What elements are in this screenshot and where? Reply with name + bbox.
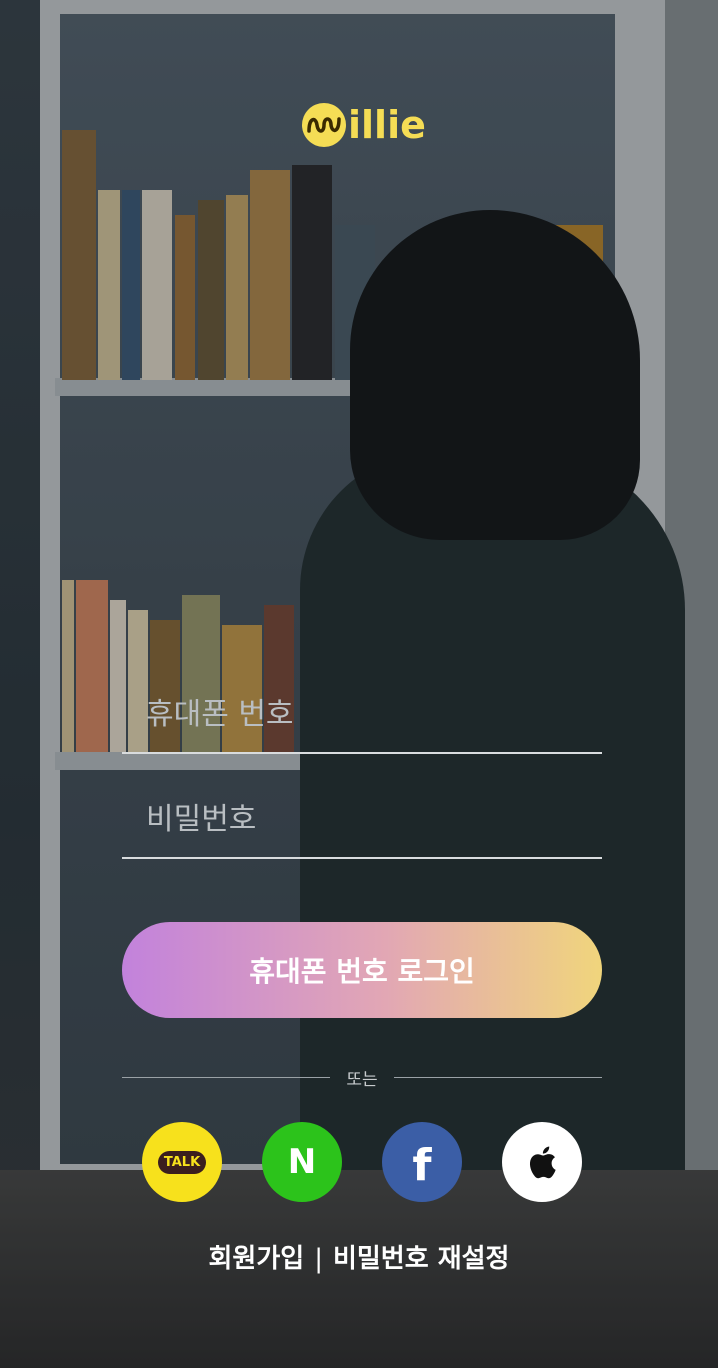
phone-input[interactable] [146,697,586,732]
background-overlay [0,0,718,1368]
account-links: 회원가입 | 비밀번호 재설정 [0,1238,718,1275]
password-input[interactable] [146,802,586,837]
divider-line-right [393,1076,602,1078]
link-separator: | [314,1244,323,1274]
facebook-icon: f [412,1139,432,1191]
naver-icon: N [287,1142,317,1182]
divider-text: 또는 [346,1069,378,1090]
apple-icon [529,1146,556,1179]
logo-wave-icon [302,103,346,147]
naver-login-button[interactable]: N [262,1122,342,1202]
password-field[interactable] [122,795,602,859]
signup-link[interactable]: 회원가입 [209,1244,305,1274]
apple-login-button[interactable] [502,1122,582,1202]
reset-password-link[interactable]: 비밀번호 재설정 [333,1244,510,1274]
phone-login-button[interactable]: 휴대폰 번호 로그인 [122,922,602,1018]
kakao-login-button[interactable]: TALK [142,1122,222,1202]
facebook-login-button[interactable]: f [382,1122,462,1202]
app-logo: illie [302,98,426,152]
phone-field[interactable] [122,690,602,754]
divider-line-left [122,1076,331,1078]
login-screen: illie 휴대폰 번호 로그인 또는 TALK N f 회원가입 | 비밀번호 재… [0,0,718,1368]
kakao-talk-icon: TALK [157,1150,207,1174]
or-divider: 또는 [122,1066,602,1090]
logo-text: illie [348,103,426,147]
